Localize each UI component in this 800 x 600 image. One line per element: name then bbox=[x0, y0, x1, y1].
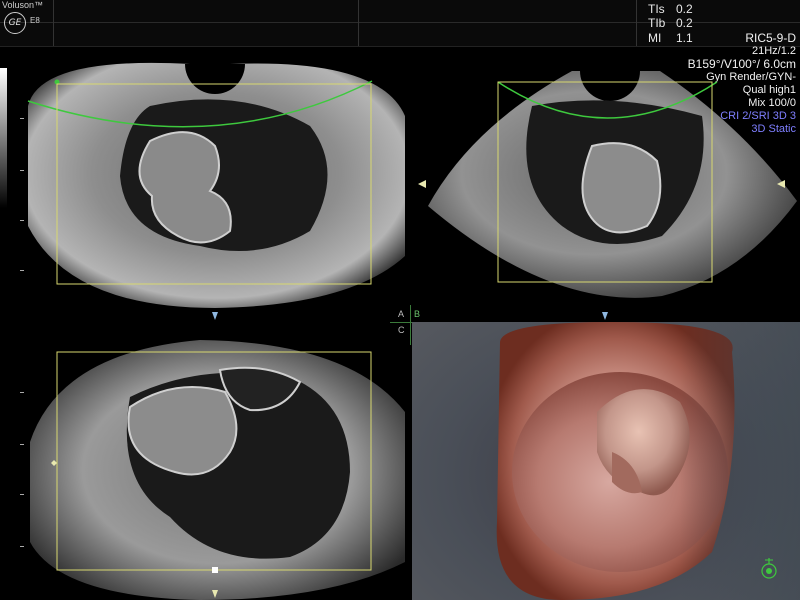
param-mi: MI 1.1 bbox=[648, 31, 693, 45]
quadrant-label-a[interactable]: A bbox=[398, 309, 404, 319]
probe-name: RIC5-9-D bbox=[745, 31, 796, 45]
quadrant-divider-v bbox=[410, 305, 411, 345]
slice-arrow-down bbox=[212, 590, 218, 598]
brand-name: Voluson™ bbox=[2, 0, 44, 10]
param-tib: TIb 0.2 bbox=[648, 16, 693, 30]
render-background-shade bbox=[680, 322, 800, 600]
ge-logo-icon: GE bbox=[4, 12, 26, 34]
slice-arrow-down bbox=[602, 312, 608, 320]
orientation-orb-icon[interactable] bbox=[757, 555, 781, 583]
view-3d-render[interactable] bbox=[412, 322, 800, 600]
header-separator bbox=[636, 0, 637, 46]
slice-arrow-left bbox=[777, 180, 785, 188]
roi-handle bbox=[212, 567, 218, 573]
quadrant-label-b[interactable]: B bbox=[414, 309, 420, 319]
view-c-ultrasound[interactable] bbox=[0, 322, 410, 600]
view-b-ultrasound[interactable] bbox=[412, 46, 800, 322]
septated-mass bbox=[581, 142, 662, 234]
header-separator bbox=[358, 0, 359, 46]
view-a-ultrasound[interactable] bbox=[0, 46, 410, 322]
model-name: E8 bbox=[30, 16, 40, 25]
slice-arrow-down bbox=[212, 312, 218, 320]
header-separator bbox=[53, 0, 54, 46]
param-tis: TIs 0.2 bbox=[648, 2, 693, 16]
